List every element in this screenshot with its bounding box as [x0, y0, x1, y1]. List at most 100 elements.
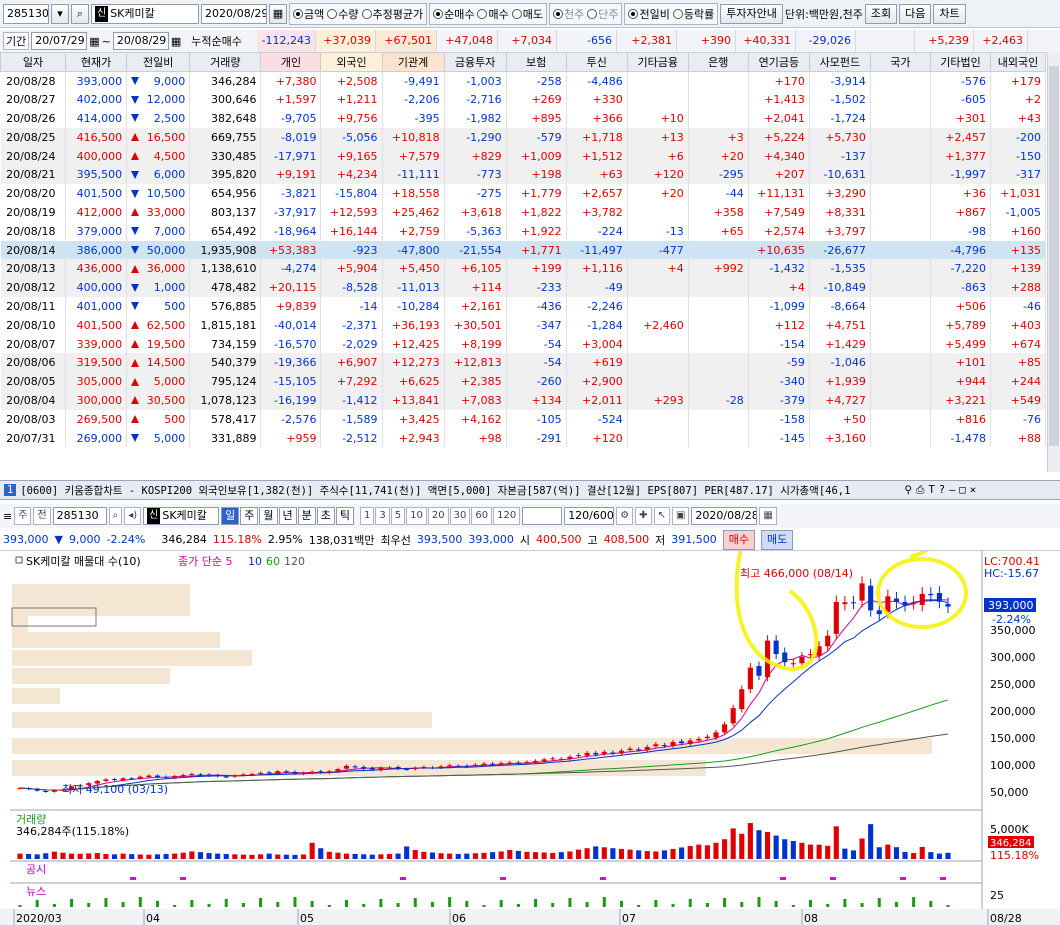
- investor-guide-button[interactable]: 투자자안내: [720, 3, 783, 24]
- period-tab[interactable]: 주: [240, 507, 259, 525]
- next-button[interactable]: 다음: [899, 3, 932, 24]
- period-tab[interactable]: 분: [297, 507, 316, 525]
- table-row[interactable]: 20/08/10 401,500 62,500 1,815,181 -40,014 -2,…: [0, 315, 1047, 335]
- compare-radio-0[interactable]: 전일비: [628, 6, 670, 22]
- share-radio-0[interactable]: 천주: [552, 6, 584, 22]
- close-icon[interactable]: ✕: [970, 484, 976, 496]
- date-input[interactable]: 2020/08/29: [201, 3, 267, 24]
- text-icon[interactable]: T: [928, 484, 934, 496]
- search-icon[interactable]: ⌕: [108, 507, 123, 525]
- column-header[interactable]: 보험: [505, 52, 567, 72]
- maximize-icon[interactable]: □: [959, 484, 965, 496]
- trade-radio-2[interactable]: 매도: [511, 6, 543, 22]
- table-row[interactable]: 20/07/31 269,000 5,000 331,889 +959 -2,512 +2,…: [0, 428, 1047, 448]
- minute-custom-input[interactable]: [522, 507, 563, 525]
- table-row[interactable]: 20/08/03 269,500 500 578,417 -2,576 -1,589 +3,…: [0, 409, 1047, 429]
- column-header[interactable]: 은행: [687, 52, 749, 72]
- help-icon[interactable]: ?: [939, 484, 945, 496]
- calendar-icon[interactable]: ▦: [171, 35, 181, 48]
- calendar-icon[interactable]: ▦: [269, 3, 287, 24]
- share-radio-1[interactable]: 단주: [587, 6, 618, 22]
- table-row[interactable]: 20/08/12 400,000 1,000 478,482 +20,115 -8,528…: [0, 278, 1047, 298]
- column-header[interactable]: 개인: [260, 52, 322, 72]
- save-icon[interactable]: ▣: [671, 507, 690, 525]
- column-header[interactable]: 금융투자: [443, 52, 507, 72]
- unit-radio-1[interactable]: 수량: [327, 6, 359, 22]
- column-header[interactable]: 현재가: [65, 52, 128, 72]
- table-row[interactable]: 20/08/26 414,000 2,500 382,648 -9,705 +9,756-…: [0, 109, 1047, 128]
- trade-radio-0[interactable]: 순매수: [433, 6, 474, 22]
- table-row[interactable]: 20/08/28 393,000 9,000 346,284 +7,380 +2,508-…: [0, 71, 1047, 91]
- chart-name-field[interactable]: 신 SK케미칼: [143, 507, 220, 525]
- period-tab[interactable]: 초: [316, 507, 335, 525]
- column-header[interactable]: 국가: [869, 52, 931, 72]
- sound-icon[interactable]: ◂): [124, 507, 142, 525]
- table-row[interactable]: 20/08/18 379,000 7,000 654,492 -18,964 +16,14…: [0, 221, 1047, 241]
- minute-option[interactable]: 30: [449, 507, 471, 525]
- table-row[interactable]: 20/08/21 395,500 6,000 395,820 +9,191 +4,234-…: [0, 165, 1047, 185]
- column-header[interactable]: 거래량: [189, 52, 262, 72]
- sell-button[interactable]: 매도: [761, 529, 794, 550]
- table-row[interactable]: 20/08/13 436,000 36,000 1,138,610 -4,274 +5,9…: [0, 259, 1047, 279]
- chart-code-input[interactable]: 285130: [52, 507, 107, 525]
- column-header[interactable]: 사모펀드: [808, 52, 871, 72]
- calendar-icon[interactable]: ▦: [759, 507, 777, 525]
- minute-option[interactable]: 120: [493, 507, 521, 525]
- column-header[interactable]: 기타법인: [929, 52, 991, 72]
- chart-date-input[interactable]: 2020/08/28: [691, 507, 758, 525]
- cross-icon[interactable]: ✚: [635, 507, 652, 525]
- buy-button[interactable]: 매수: [722, 529, 756, 550]
- unit-radio-2[interactable]: 추정평균가: [361, 6, 423, 22]
- column-header[interactable]: 기관계: [381, 52, 445, 72]
- table-row[interactable]: 20/08/24 400,000 4,500 330,485 -17,971 +9,165…: [0, 146, 1047, 166]
- table-row[interactable]: 20/08/11 401,000 500 576,885 +9,839 -14 -10,28…: [0, 297, 1047, 316]
- price-chart[interactable]: 50,000 100,000 150,000 200,000 250,000 300,00…: [0, 551, 1060, 925]
- minute-option[interactable]: 1: [360, 507, 375, 525]
- link-icon[interactable]: ⚲: [904, 484, 912, 496]
- column-header[interactable]: 일자: [0, 52, 67, 72]
- week-selector[interactable]: 주: [14, 507, 32, 525]
- column-header[interactable]: 연기금등: [747, 52, 810, 72]
- table-scrollbar[interactable]: [1047, 52, 1060, 472]
- count-input[interactable]: 120/600: [564, 507, 615, 525]
- stock-name-field[interactable]: 신 SK케미칼: [91, 3, 199, 24]
- chart-button[interactable]: 차트: [933, 3, 966, 24]
- code-dropdown-button[interactable]: ▾: [51, 3, 69, 24]
- cursor-icon[interactable]: ↖: [653, 507, 670, 525]
- search-icon[interactable]: ⌕: [71, 3, 89, 24]
- trade-radio-1[interactable]: 매수: [477, 6, 509, 22]
- period-tab[interactable]: 월: [259, 507, 278, 525]
- table-row[interactable]: 20/08/07 339,000 19,500 734,159 -16,570 -2,02…: [0, 334, 1047, 354]
- minimize-icon[interactable]: —: [949, 484, 955, 496]
- column-header[interactable]: 외국인: [320, 52, 383, 72]
- column-header[interactable]: 투신: [565, 52, 628, 72]
- prev-selector[interactable]: 전: [33, 507, 51, 525]
- period-from-input[interactable]: 20/07/29: [31, 32, 88, 50]
- search-button[interactable]: 조회: [864, 3, 898, 24]
- table-row[interactable]: 20/08/19 412,000 33,000 803,137 -37,917 +12,5…: [0, 203, 1047, 222]
- menu-icon[interactable]: ≡: [3, 510, 12, 523]
- unit-radio-0[interactable]: 금액: [293, 6, 324, 22]
- table-row[interactable]: 20/08/14 386,000 50,000 1,935,908 +53,383 -92…: [0, 240, 1047, 260]
- table-row[interactable]: 20/08/05 305,000 5,000 795,124 -15,105 +7,292…: [0, 372, 1047, 392]
- settings-icon[interactable]: ⚙: [616, 507, 634, 525]
- calendar-icon[interactable]: ▦: [89, 35, 99, 48]
- stock-code-input[interactable]: 285130: [3, 3, 49, 24]
- column-header[interactable]: 내외국인: [989, 52, 1047, 72]
- minute-option[interactable]: 60: [471, 507, 493, 525]
- column-header[interactable]: 기타금융: [626, 52, 689, 72]
- minute-option[interactable]: 20: [427, 507, 449, 525]
- period-tab[interactable]: 년: [278, 507, 297, 525]
- table-row[interactable]: 20/08/27 402,000 12,000 300,646 +1,597 +1,211…: [0, 90, 1047, 110]
- table-row[interactable]: 20/08/20 401,500 10,500 654,956 -3,821 -15,80…: [0, 184, 1047, 204]
- minute-option[interactable]: 10: [406, 507, 427, 525]
- period-tab[interactable]: 틱: [335, 507, 355, 525]
- minute-option[interactable]: 5: [390, 507, 406, 525]
- table-row[interactable]: 20/08/04 300,000 30,500 1,078,123 -16,199 -1,…: [0, 391, 1047, 410]
- scrollbar-thumb[interactable]: [1049, 66, 1059, 446]
- minute-option[interactable]: 3: [375, 507, 390, 525]
- column-header[interactable]: 전일비: [126, 52, 191, 72]
- period-to-input[interactable]: 20/08/29: [112, 32, 169, 50]
- print-icon[interactable]: ⎙: [916, 484, 924, 497]
- period-tab[interactable]: 일: [221, 507, 240, 525]
